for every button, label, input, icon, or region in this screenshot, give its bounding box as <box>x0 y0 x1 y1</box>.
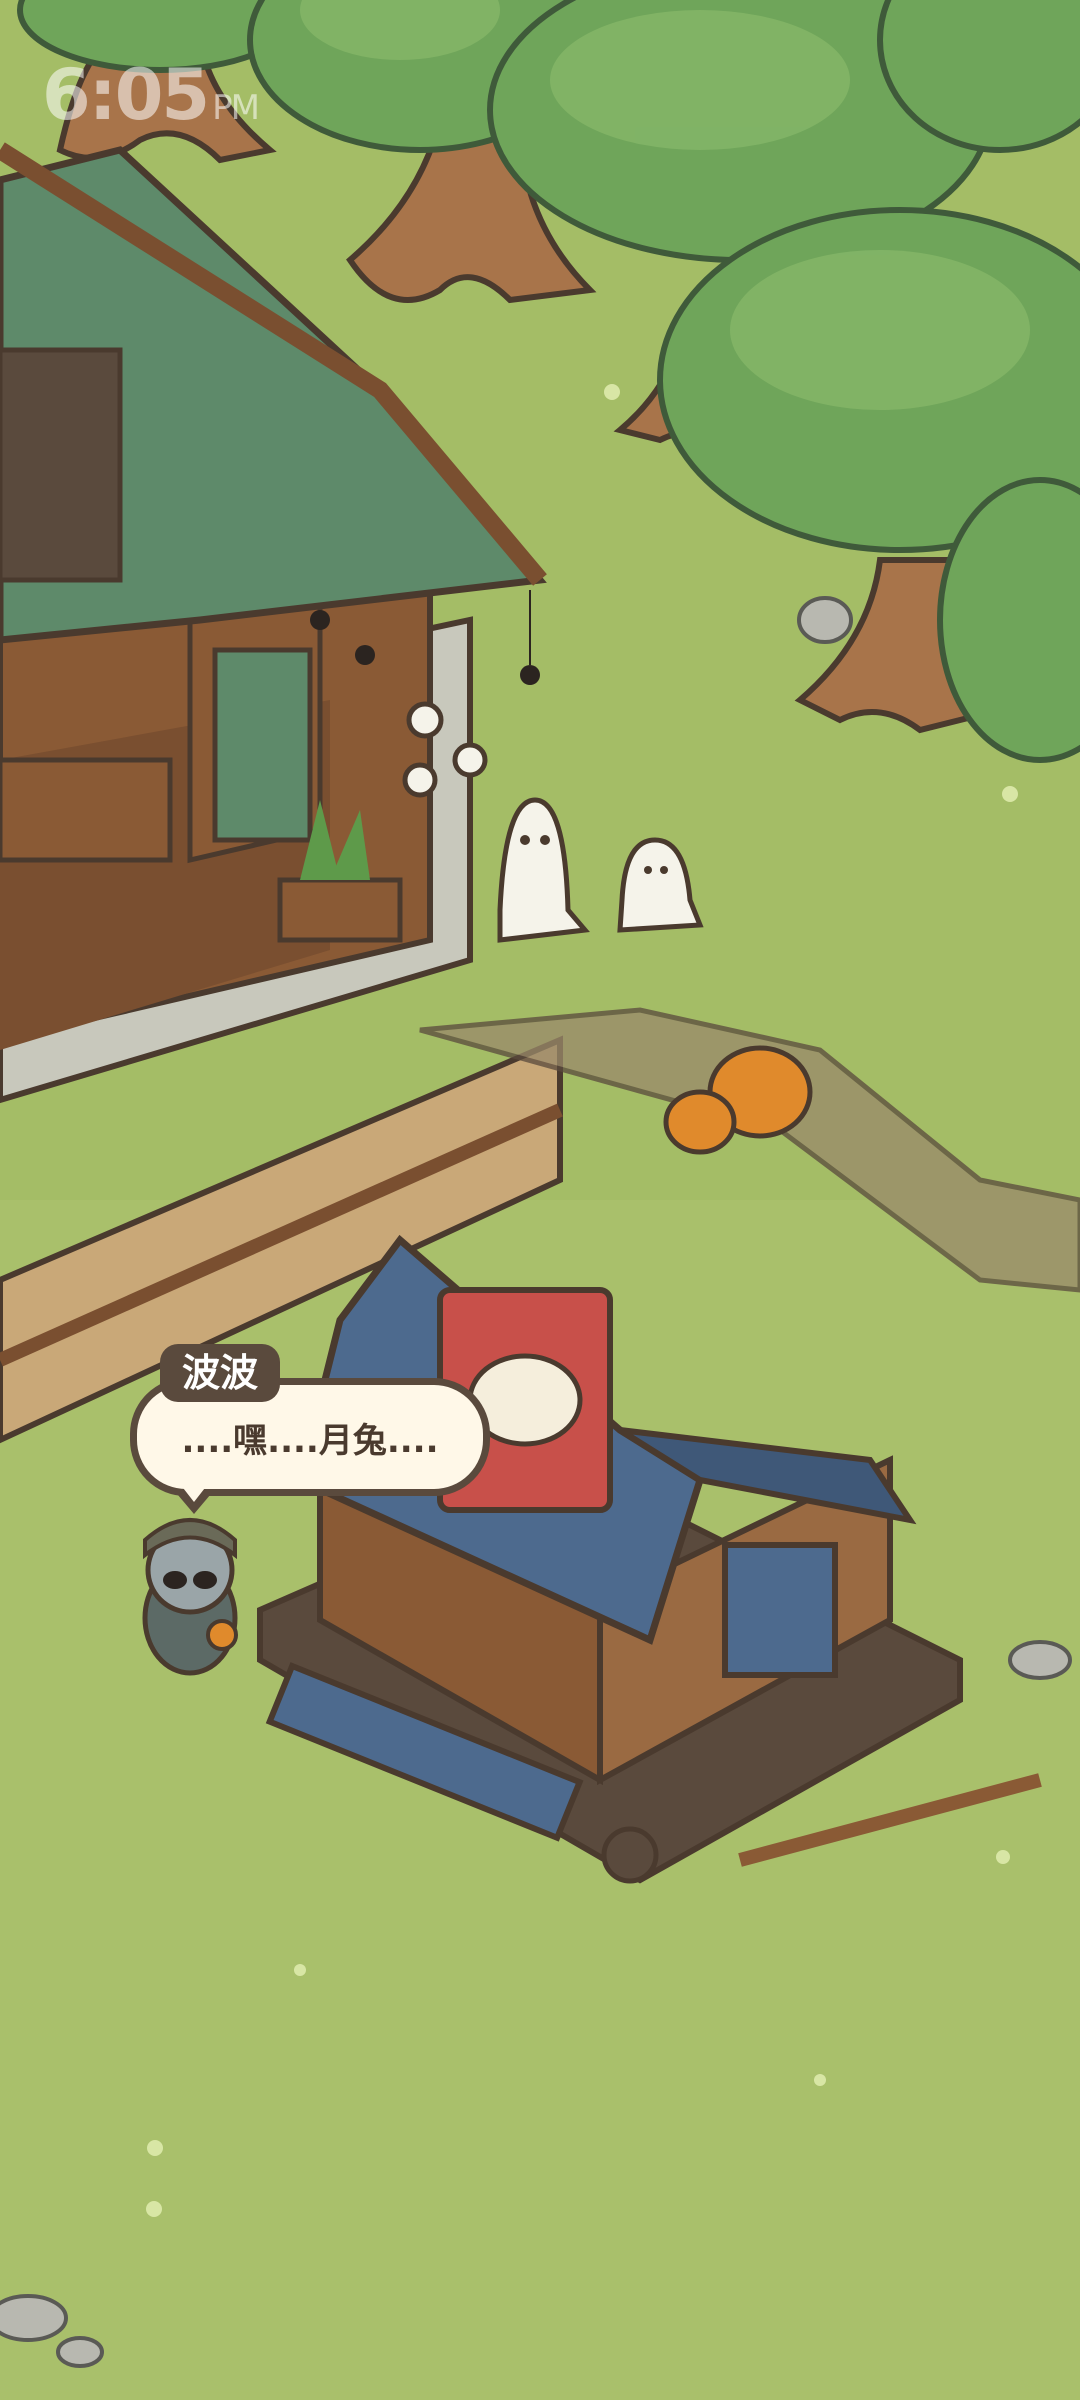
status-clock: 6:05 PM <box>42 54 260 136</box>
speech-bubble-tail-inner <box>180 1484 208 1502</box>
clock-ampm: PM <box>212 88 260 128</box>
game-scene[interactable] <box>0 0 1080 2400</box>
dialog-speaker-name: 波波 <box>160 1344 281 1402</box>
speech-text: ....嘿....月兔.... <box>181 1420 439 1461</box>
clock-time: 6:05 <box>42 54 210 136</box>
character-bobo <box>142 1518 238 1676</box>
